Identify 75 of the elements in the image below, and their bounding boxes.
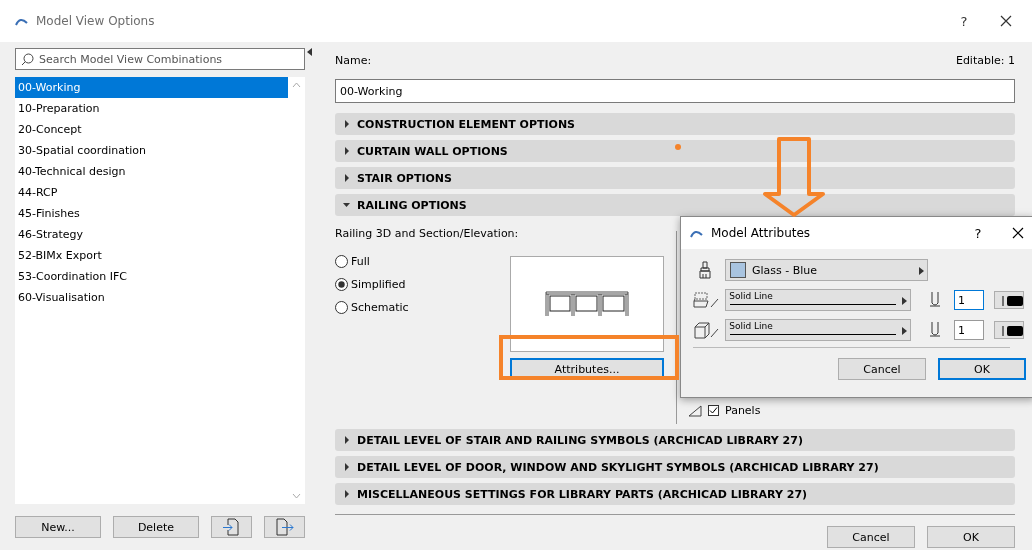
list-item[interactable]: 30-Spatial coordination <box>15 140 288 161</box>
expand-icon <box>343 490 351 498</box>
brush-icon <box>697 261 713 279</box>
section-header[interactable]: CURTAIN WALL OPTIONS <box>335 140 1015 162</box>
panel-icon <box>688 404 702 417</box>
radio-button[interactable] <box>335 255 348 268</box>
pen-field[interactable]: 1 <box>953 290 984 310</box>
pen-color-button[interactable] <box>993 291 1024 309</box>
list-item[interactable]: 10-Preparation <box>15 98 288 119</box>
expand-icon <box>343 436 351 444</box>
cube-icon <box>693 321 720 339</box>
search-icon <box>21 52 34 66</box>
line-type-dropdown[interactable]: Solid Line <box>725 319 911 341</box>
section-header[interactable]: CONSTRUCTION ELEMENT OPTIONS <box>335 113 1015 135</box>
radio-label: Simplified <box>351 278 406 291</box>
editable-label: Editable: 1 <box>955 54 1015 69</box>
delete-button[interactable]: New... <box>15 516 101 538</box>
cancel-button[interactable]: Cancel <box>838 358 926 380</box>
delete-button[interactable]: Delete <box>112 516 199 538</box>
close-icon[interactable] <box>1012 227 1024 239</box>
section-header[interactable]: DETAIL LEVEL OF STAIR AND RAILING SYMBOLS (ARCHICAD LIBRARY 27) <box>335 429 1015 451</box>
name-field[interactable]: 00-Working <box>335 79 1015 103</box>
pen-icon <box>928 321 940 339</box>
annotation-dot <box>675 144 681 150</box>
submenu-arrow-icon <box>901 327 907 335</box>
import-button[interactable] <box>210 516 252 538</box>
app-logo-icon <box>15 16 28 26</box>
section-header[interactable]: MISCELLANEOUS SETTINGS FOR LIBRARY PARTS (ARCHICAD LIBRARY 27) <box>335 483 1015 505</box>
list-item[interactable]: 60-Visualisation <box>15 287 288 308</box>
list-item[interactable]: 00-Working <box>15 77 288 98</box>
search-field[interactable]: Search Model View Combinations <box>15 48 305 70</box>
list-item[interactable]: 46-Strategy <box>15 224 288 245</box>
submenu-arrow-icon <box>901 297 907 305</box>
expand-icon <box>343 174 351 182</box>
section-header[interactable]: STAIR OPTIONS <box>335 167 1015 189</box>
list-item[interactable]: 40-Technical design <box>15 161 288 182</box>
submenu-arrow-icon <box>919 267 924 275</box>
railing-label: Railing 3D and Section/Elevation: <box>335 227 519 240</box>
checkbox[interactable] <box>708 405 719 416</box>
list-item[interactable]: 20-Concept <box>15 119 288 140</box>
ok-button[interactable]: OK <box>938 358 1026 380</box>
import-file-icon <box>222 518 241 536</box>
list-item[interactable]: 53-Coordination IFC <box>15 266 288 287</box>
radio-label: Schematic <box>351 301 409 314</box>
export-file-icon <box>274 518 295 536</box>
help-button[interactable]: ? <box>944 13 984 29</box>
cancel-button[interactable]: Cancel <box>827 526 915 548</box>
pen-field[interactable]: 1 <box>953 320 984 340</box>
radio-label: Full <box>351 255 370 268</box>
list-item[interactable]: 44-RCP <box>15 182 288 203</box>
checkbox-label: Panels <box>725 404 761 417</box>
export-button[interactable] <box>263 516 305 538</box>
collapse-icon <box>343 201 351 209</box>
list-item[interactable]: 52-BIMx Export <box>15 245 288 266</box>
line-type-dropdown[interactable]: Solid Line <box>725 289 911 311</box>
section-header[interactable]: RAILING OPTIONS <box>335 194 1015 216</box>
radio-button[interactable] <box>335 278 348 291</box>
dialog-title: Model Attributes <box>711 226 811 240</box>
help-button[interactable]: ? <box>958 225 998 241</box>
ok-button[interactable]: OK <box>927 526 1015 548</box>
app-logo-icon <box>690 228 703 238</box>
name-label: Name: <box>335 54 372 69</box>
pen-color-button[interactable] <box>993 321 1024 339</box>
window-title: Model View Options <box>36 14 155 28</box>
list-item[interactable]: 45-Finishes <box>15 203 288 224</box>
expand-icon <box>343 120 351 128</box>
pen-icon <box>928 291 940 309</box>
cut-surface-icon <box>693 291 720 309</box>
close-icon[interactable] <box>1000 15 1012 27</box>
material-dropdown[interactable]: Glass - Blue <box>725 259 928 281</box>
section-header[interactable]: DETAIL LEVEL OF DOOR, WINDOW AND SKYLIGHT SYMBOLS (ARCHICAD LIBRARY 27) <box>335 456 1015 478</box>
expand-icon <box>343 147 351 155</box>
expand-icon <box>343 463 351 471</box>
collapse-panel-icon[interactable] <box>307 48 312 56</box>
radio-button[interactable] <box>335 301 348 314</box>
